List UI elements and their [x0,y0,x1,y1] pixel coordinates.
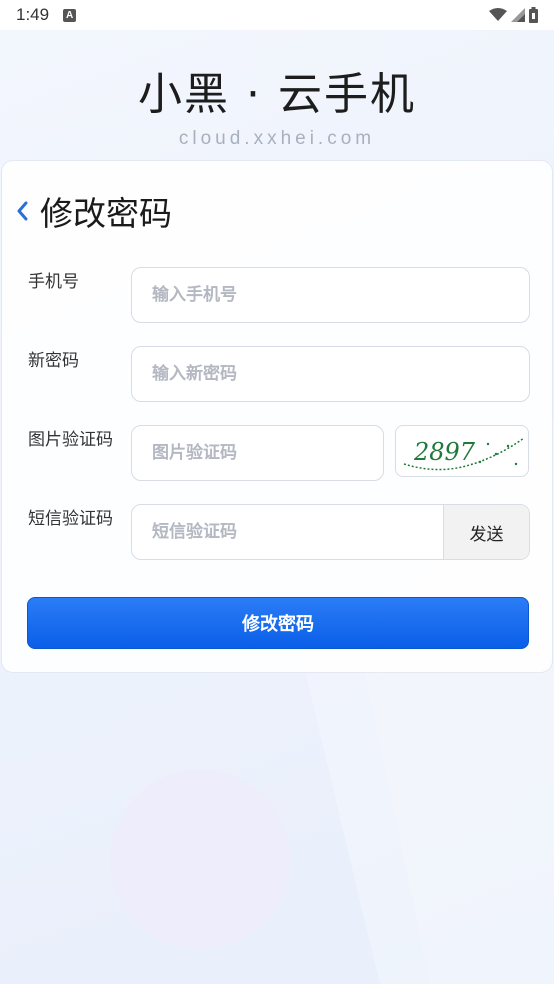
brand-header: 小黑 · 云手机 cloud.xxhei.com [0,58,554,150]
phone-input[interactable] [152,285,529,305]
captcha-graphic: 2897 [403,437,525,471]
image-code-field[interactable] [131,425,384,481]
image-code-label: 图片验证码 [28,430,113,450]
image-code-input[interactable] [152,443,383,463]
cell-signal-icon [511,8,525,22]
battery-icon [529,7,538,23]
status-icons [489,7,538,23]
sms-code-input[interactable] [152,522,422,542]
phone-field[interactable] [131,267,530,323]
brand-title: 小黑 · 云手机 [138,69,416,120]
page-title: 修改密码 [40,194,172,233]
chevron-left-icon[interactable] [12,197,32,225]
phone-label: 手机号 [28,272,79,292]
status-bar: 1:49 A [0,0,554,30]
new-password-label: 新密码 [28,351,79,371]
captcha-text: 2897 [413,438,476,466]
new-password-field[interactable] [131,346,530,402]
submit-change-password-button[interactable]: 修改密码 [27,597,529,649]
wifi-icon [489,8,507,21]
send-sms-button[interactable]: 发送 [443,505,529,559]
change-password-card: 修改密码 手机号 新密码 图片验证码 2897 短信验证码 发送 修改密码 [1,160,553,673]
sms-code-field[interactable]: 发送 [131,504,530,560]
sms-code-label: 短信验证码 [28,509,113,529]
notification-a-icon: A [63,8,77,22]
new-password-input[interactable] [152,364,529,384]
status-time: 1:49 [16,5,50,24]
brand-subtitle: cloud.xxhei.com [178,128,376,149]
card-header: 修改密码 [12,187,172,235]
captcha-image[interactable]: 2897 [395,425,529,477]
